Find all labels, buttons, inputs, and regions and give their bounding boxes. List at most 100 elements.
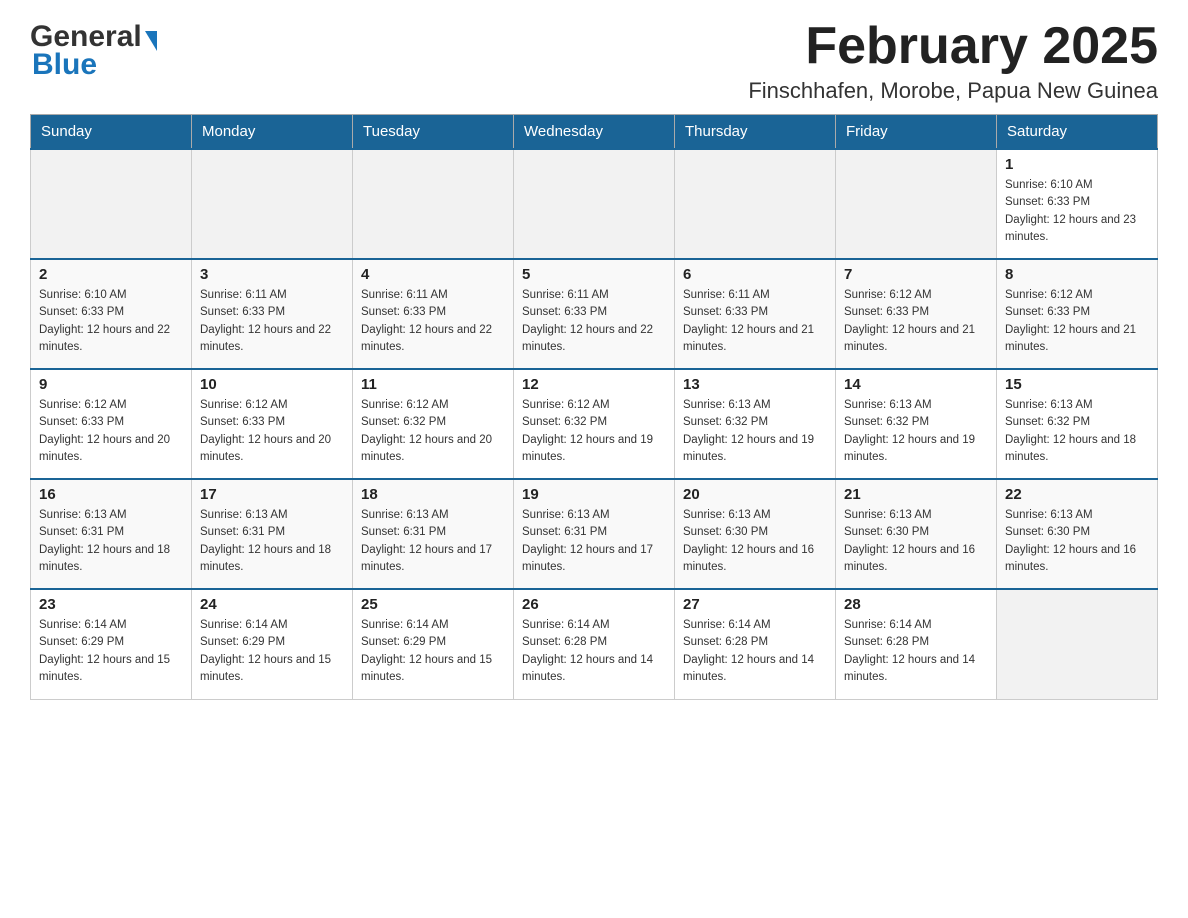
day-info: Sunrise: 6:13 AMSunset: 6:32 PMDaylight:…	[844, 397, 988, 466]
calendar-cell: 7Sunrise: 6:12 AMSunset: 6:33 PMDaylight…	[836, 259, 997, 369]
day-number: 10	[200, 376, 344, 393]
day-number: 27	[683, 596, 827, 613]
calendar-cell: 26Sunrise: 6:14 AMSunset: 6:28 PMDayligh…	[514, 589, 675, 699]
calendar-week-row: 16 Sunrise: 6:13 AMSunset: 6:31 PMDayligh…	[31, 479, 1158, 589]
calendar-cell	[31, 149, 192, 259]
day-number: 19	[522, 486, 666, 503]
calendar-week-row: 23 Sunrise: 6:14 AMSunset: 6:29 PMDayligh…	[31, 589, 1158, 699]
day-number: 16	[39, 486, 183, 503]
day-info: Sunrise: 6:13 AMSunset: 6:32 PMDaylight:…	[1005, 397, 1149, 466]
day-number: 17	[200, 486, 344, 503]
day-number: 12	[522, 376, 666, 393]
day-info: Sunrise: 6:11 AMSunset: 6:33 PMDaylight:…	[200, 287, 344, 356]
day-of-week-header: Friday	[836, 115, 997, 150]
calendar-cell: 14Sunrise: 6:13 AMSunset: 6:32 PMDayligh…	[836, 369, 997, 479]
calendar-cell: 25Sunrise: 6:14 AMSunset: 6:29 PMDayligh…	[353, 589, 514, 699]
calendar-cell	[353, 149, 514, 259]
calendar-cell: 9 Sunrise: 6:12 AMSunset: 6:33 PMDaylight…	[31, 369, 192, 479]
day-info: Sunrise: 6:14 AMSunset: 6:29 PMDaylight:…	[39, 617, 183, 686]
day-of-week-header: Tuesday	[353, 115, 514, 150]
day-info: Sunrise: 6:10 AMSunset: 6:33 PMDaylight:…	[39, 287, 183, 356]
day-info: Sunrise: 6:12 AMSunset: 6:32 PMDaylight:…	[522, 397, 666, 466]
calendar-cell: 2 Sunrise: 6:10 AMSunset: 6:33 PMDaylight…	[31, 259, 192, 369]
calendar-week-row: 9 Sunrise: 6:12 AMSunset: 6:33 PMDaylight…	[31, 369, 1158, 479]
day-number: 8	[1005, 266, 1149, 283]
calendar-cell: 27 Sunrise: 6:14 AMSunset: 6:28 PMDayligh…	[675, 589, 836, 699]
calendar-cell: 24 Sunrise: 6:14 AMSunset: 6:29 PMDayligh…	[192, 589, 353, 699]
day-info: Sunrise: 6:11 AMSunset: 6:33 PMDaylight:…	[361, 287, 505, 356]
day-info: Sunrise: 6:12 AMSunset: 6:33 PMDaylight:…	[200, 397, 344, 466]
calendar-cell	[997, 589, 1158, 699]
calendar-cell: 4 Sunrise: 6:11 AMSunset: 6:33 PMDaylight…	[353, 259, 514, 369]
day-number: 11	[361, 376, 505, 393]
logo-triangle-icon	[145, 31, 157, 51]
day-number: 5	[522, 266, 666, 283]
day-of-week-header: Wednesday	[514, 115, 675, 150]
calendar-cell: 5 Sunrise: 6:11 AMSunset: 6:33 PMDaylight…	[514, 259, 675, 369]
day-of-week-header: Sunday	[31, 115, 192, 150]
calendar-cell: 19 Sunrise: 6:13 AMSunset: 6:31 PMDayligh…	[514, 479, 675, 589]
day-number: 25	[361, 596, 505, 613]
day-number: 9	[39, 376, 183, 393]
day-info: Sunrise: 6:12 AMSunset: 6:33 PMDaylight:…	[1005, 287, 1149, 356]
calendar-cell: 6 Sunrise: 6:11 AMSunset: 6:33 PMDaylight…	[675, 259, 836, 369]
day-info: Sunrise: 6:14 AMSunset: 6:28 PMDaylight:…	[683, 617, 827, 686]
calendar-cell: 10 Sunrise: 6:12 AMSunset: 6:33 PMDayligh…	[192, 369, 353, 479]
calendar-header-row: SundayMondayTuesdayWednesdayThursdayFrid…	[31, 115, 1158, 150]
day-info: Sunrise: 6:12 AMSunset: 6:33 PMDaylight:…	[844, 287, 988, 356]
day-info: Sunrise: 6:12 AMSunset: 6:32 PMDaylight:…	[361, 397, 505, 466]
logo: General Blue	[30, 20, 157, 82]
day-number: 23	[39, 596, 183, 613]
calendar-cell	[836, 149, 997, 259]
calendar-cell: 23 Sunrise: 6:14 AMSunset: 6:29 PMDayligh…	[31, 589, 192, 699]
day-of-week-header: Thursday	[675, 115, 836, 150]
calendar-cell: 21 Sunrise: 6:13 AMSunset: 6:30 PMDayligh…	[836, 479, 997, 589]
location-title: Finschhafen, Morobe, Papua New Guinea	[748, 78, 1158, 104]
calendar-cell: 18Sunrise: 6:13 AMSunset: 6:31 PMDayligh…	[353, 479, 514, 589]
day-number: 21	[844, 486, 988, 503]
day-info: Sunrise: 6:11 AMSunset: 6:33 PMDaylight:…	[683, 287, 827, 356]
day-info: Sunrise: 6:13 AMSunset: 6:30 PMDaylight:…	[683, 507, 827, 576]
calendar-cell: 15 Sunrise: 6:13 AMSunset: 6:32 PMDayligh…	[997, 369, 1158, 479]
calendar-cell: 1 Sunrise: 6:10 AMSunset: 6:33 PMDaylight…	[997, 149, 1158, 259]
day-number: 28	[844, 596, 988, 613]
day-number: 18	[361, 486, 505, 503]
day-info: Sunrise: 6:12 AMSunset: 6:33 PMDaylight:…	[39, 397, 183, 466]
calendar-cell: 8 Sunrise: 6:12 AMSunset: 6:33 PMDaylight…	[997, 259, 1158, 369]
day-info: Sunrise: 6:13 AMSunset: 6:31 PMDaylight:…	[200, 507, 344, 576]
title-area: February 2025 Finschhafen, Morobe, Papua…	[748, 20, 1158, 104]
calendar-week-row: 1 Sunrise: 6:10 AMSunset: 6:33 PMDaylight…	[31, 149, 1158, 259]
day-of-week-header: Saturday	[997, 115, 1158, 150]
calendar-cell: 3 Sunrise: 6:11 AMSunset: 6:33 PMDaylight…	[192, 259, 353, 369]
day-info: Sunrise: 6:13 AMSunset: 6:30 PMDaylight:…	[844, 507, 988, 576]
month-title: February 2025	[748, 20, 1158, 72]
calendar-cell: 16 Sunrise: 6:13 AMSunset: 6:31 PMDayligh…	[31, 479, 192, 589]
day-info: Sunrise: 6:13 AMSunset: 6:30 PMDaylight:…	[1005, 507, 1149, 576]
day-number: 15	[1005, 376, 1149, 393]
day-number: 2	[39, 266, 183, 283]
calendar-cell: 13Sunrise: 6:13 AMSunset: 6:32 PMDayligh…	[675, 369, 836, 479]
day-info: Sunrise: 6:13 AMSunset: 6:31 PMDaylight:…	[522, 507, 666, 576]
calendar-cell: 22Sunrise: 6:13 AMSunset: 6:30 PMDayligh…	[997, 479, 1158, 589]
page-header: General Blue February 2025 Finschhafen, …	[30, 20, 1158, 104]
day-info: Sunrise: 6:13 AMSunset: 6:31 PMDaylight:…	[39, 507, 183, 576]
calendar-cell	[192, 149, 353, 259]
day-info: Sunrise: 6:10 AMSunset: 6:33 PMDaylight:…	[1005, 177, 1149, 246]
calendar-cell	[514, 149, 675, 259]
day-number: 4	[361, 266, 505, 283]
day-number: 6	[683, 266, 827, 283]
day-number: 3	[200, 266, 344, 283]
logo-blue-text: Blue	[32, 48, 97, 82]
day-number: 1	[1005, 156, 1149, 173]
calendar-cell: 28 Sunrise: 6:14 AMSunset: 6:28 PMDayligh…	[836, 589, 997, 699]
day-info: Sunrise: 6:14 AMSunset: 6:28 PMDaylight:…	[844, 617, 988, 686]
calendar-cell: 11 Sunrise: 6:12 AMSunset: 6:32 PMDayligh…	[353, 369, 514, 479]
calendar-week-row: 2 Sunrise: 6:10 AMSunset: 6:33 PMDaylight…	[31, 259, 1158, 369]
day-info: Sunrise: 6:11 AMSunset: 6:33 PMDaylight:…	[522, 287, 666, 356]
day-number: 26	[522, 596, 666, 613]
day-number: 24	[200, 596, 344, 613]
day-number: 20	[683, 486, 827, 503]
calendar-cell: 20 Sunrise: 6:13 AMSunset: 6:30 PMDayligh…	[675, 479, 836, 589]
day-info: Sunrise: 6:14 AMSunset: 6:29 PMDaylight:…	[200, 617, 344, 686]
calendar-table: SundayMondayTuesdayWednesdayThursdayFrid…	[30, 114, 1158, 700]
